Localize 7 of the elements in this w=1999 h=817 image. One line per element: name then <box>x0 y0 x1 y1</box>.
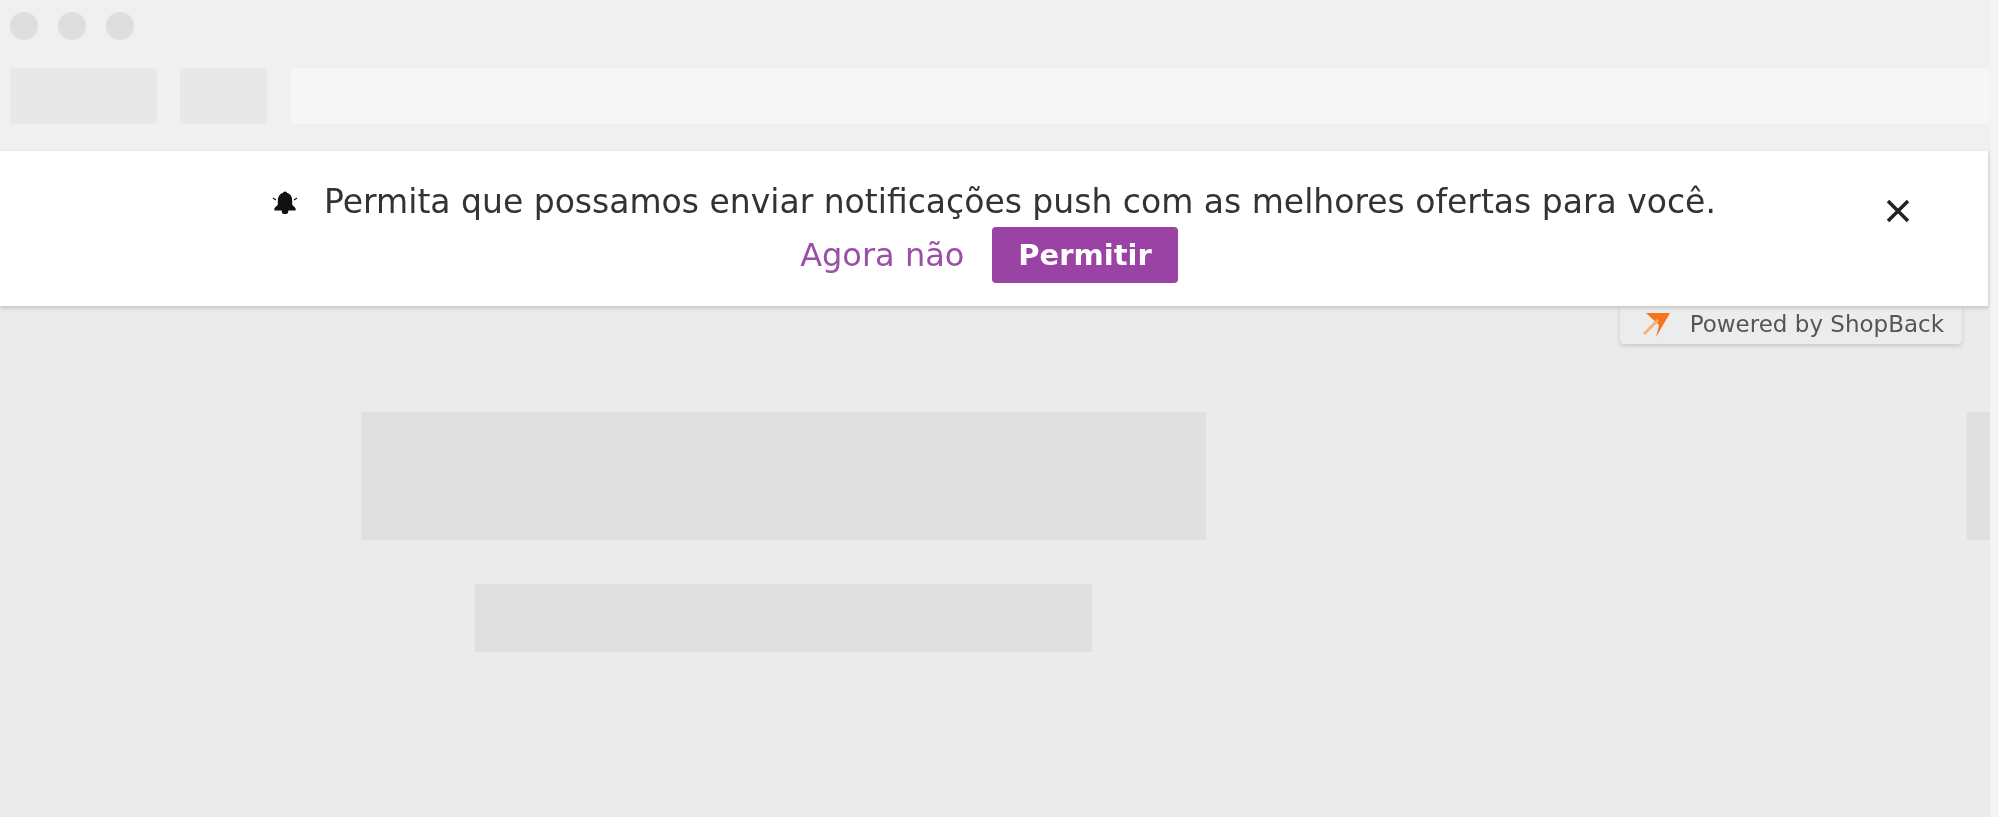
powered-by-badge[interactable]: Powered by ShopBack <box>1619 306 1962 344</box>
arrow-logo-icon <box>1641 310 1672 338</box>
bell-icon <box>272 189 299 214</box>
notification-message: Permita que possamos enviar notificações push com as melhores ofertas para você. <box>324 182 1716 221</box>
badge-text: Powered by ShopBack <box>1689 311 1944 337</box>
allow-button[interactable]: Permitir <box>992 227 1178 283</box>
dismiss-link[interactable]: Agora não <box>800 236 965 274</box>
